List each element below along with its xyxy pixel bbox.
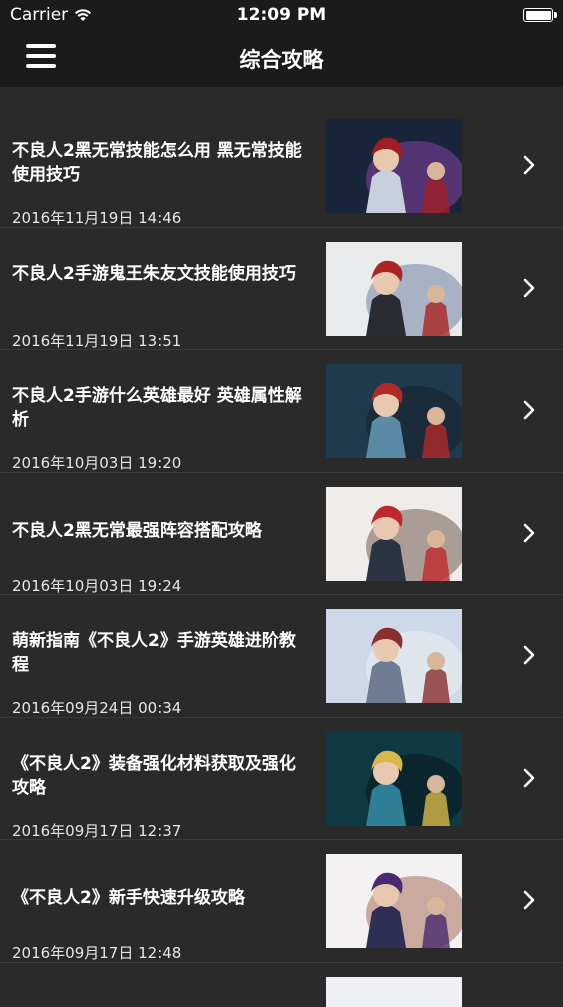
chevron-right-icon	[520, 398, 538, 422]
chevron-right-icon	[520, 276, 538, 300]
article-thumbnail-partial	[326, 976, 462, 1007]
article-date: 2016年11月19日 14:46	[12, 209, 182, 227]
chevron-right-icon	[520, 521, 538, 545]
article-title: 不良人2黑无常技能怎么用 黑无常技能使用技巧	[12, 141, 302, 185]
article-thumbnail	[326, 486, 462, 581]
row-divider	[0, 961, 563, 963]
article-date: 2016年09月24日 00:34	[12, 699, 182, 717]
article-thumbnail	[326, 731, 462, 826]
article-thumbnail	[326, 119, 462, 213]
list-item[interactable]: 《不良人2》装备强化材料获取及强化攻略 2016年09月17日 12:37	[0, 718, 563, 840]
chevron-right-icon	[520, 643, 538, 667]
list-item[interactable]: 不良人2黑无常技能怎么用 黑无常技能使用技巧 2016年11月19日 14:46	[0, 105, 563, 228]
article-title: 不良人2手游鬼王朱友文技能使用技巧	[12, 263, 296, 284]
battery-icon	[523, 8, 557, 22]
article-date: 2016年09月17日 12:48	[12, 944, 182, 962]
list-item[interactable]: 不良人2手游鬼王朱友文技能使用技巧 2016年11月19日 13:51	[0, 228, 563, 350]
article-title: 《不良人2》新手快速升级攻略	[12, 888, 245, 908]
article-thumbnail	[326, 241, 462, 336]
article-date: 2016年10月03日 19:24	[12, 576, 182, 595]
page-title: 综合攻略	[239, 48, 324, 72]
article-title: 不良人2手游什么英雄最好 英雄属性解析	[12, 386, 302, 430]
article-title: 不良人2黑无常最强阵容搭配攻略	[12, 520, 262, 541]
status-bar: Carrier 12:09 PM	[0, 0, 563, 30]
article-title: 《不良人2》装备强化材料获取及强化攻略	[12, 753, 296, 798]
list-item[interactable]: 不良人2手游什么英雄最好 英雄属性解析 2016年10月03日 19:20	[0, 350, 563, 473]
list-item[interactable]: 不良人2黑无常最强阵容搭配攻略 2016年10月03日 19:24	[0, 473, 563, 595]
chevron-right-icon	[520, 888, 538, 912]
status-time: 12:09 PM	[236, 5, 327, 25]
article-title: 萌新指南《不良人2》手游英雄进阶教程	[12, 631, 296, 675]
article-date: 2016年09月17日 12:37	[12, 821, 182, 840]
article-thumbnail	[326, 609, 462, 703]
article-date: 2016年10月03日 19:20	[12, 454, 182, 472]
article-date: 2016年11月19日 13:51	[12, 331, 182, 350]
article-thumbnail	[326, 364, 462, 458]
chevron-right-icon	[520, 766, 538, 790]
list-item[interactable]: 萌新指南《不良人2》手游英雄进阶教程 2016年09月24日 00:34	[0, 595, 563, 718]
chevron-right-icon	[520, 153, 538, 177]
navigation-bar: 综合攻略	[0, 30, 563, 87]
article-thumbnail	[326, 854, 462, 948]
list-item[interactable]: 《不良人2》新手快速升级攻略 2016年09月17日 12:48	[0, 840, 563, 963]
